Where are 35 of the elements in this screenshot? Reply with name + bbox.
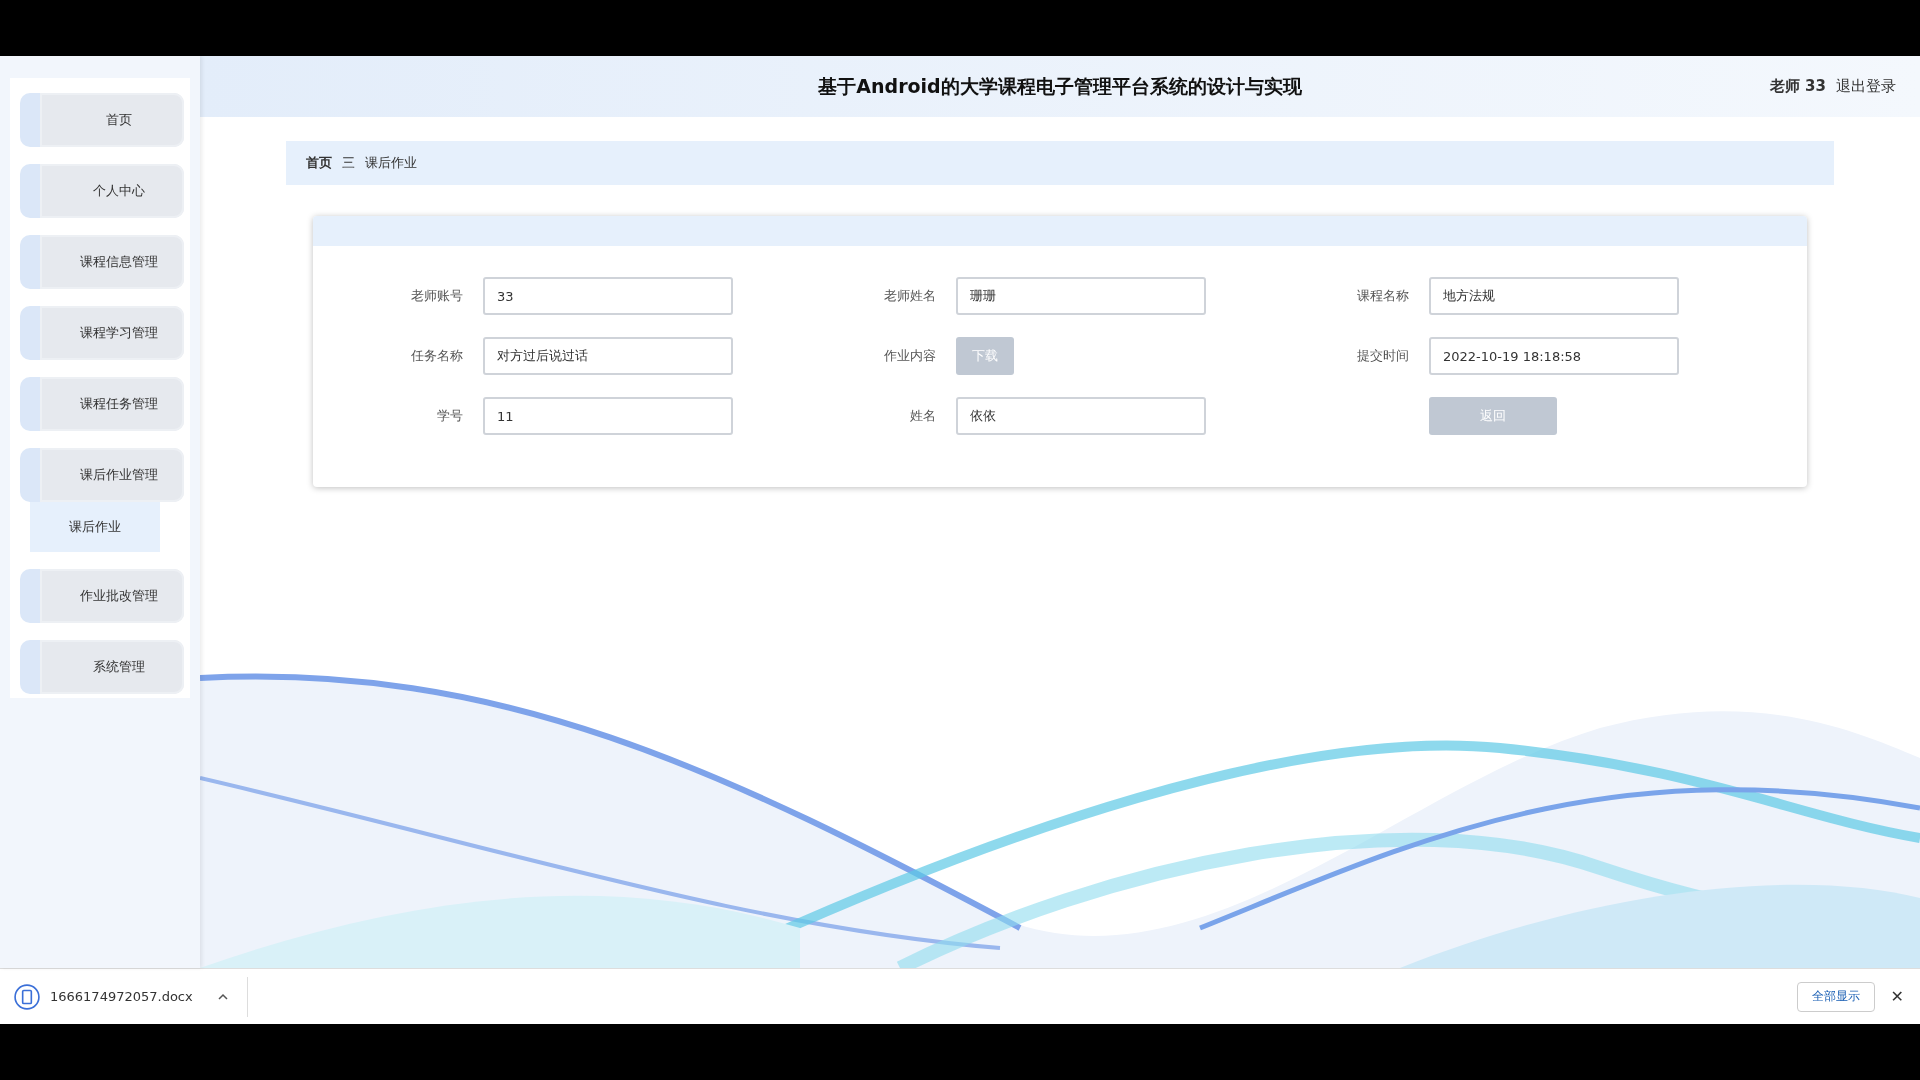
field-label: 姓名: [909, 407, 936, 425]
breadcrumb-separator: 三: [342, 154, 355, 172]
menu-item[interactable]: 课后作业管理: [20, 448, 184, 502]
input-field[interactable]: 依依: [956, 397, 1206, 435]
submenu-item[interactable]: 课后作业: [30, 502, 160, 552]
menu-item[interactable]: 个人中心: [20, 164, 184, 218]
page-title: 基于Android的大学课程电子管理平台系统的设计与实现: [818, 73, 1302, 99]
field-label: 老师账号: [410, 287, 463, 305]
show-all-button[interactable]: 全部显示: [1796, 981, 1875, 1012]
breadcrumb-current: 课后作业: [365, 154, 417, 172]
menu-item[interactable]: 课程信息管理: [20, 235, 184, 289]
field-label: 提交时间: [1356, 347, 1409, 365]
input-field[interactable]: 11: [483, 397, 733, 435]
input-field[interactable]: 对方过后说过话: [483, 337, 733, 375]
field-label: 学号: [436, 407, 463, 425]
field-label: 课程名称: [1356, 287, 1409, 305]
document-icon: [14, 983, 40, 1010]
menu-item[interactable]: 作业批改管理: [20, 569, 184, 623]
breadcrumb-home[interactable]: 首页: [306, 154, 332, 172]
input-field[interactable]: 珊珊: [956, 277, 1206, 315]
field-label: 任务名称: [410, 347, 463, 365]
menu-item[interactable]: 系统管理: [20, 640, 184, 694]
close-button[interactable]: ✕: [1884, 986, 1910, 1007]
field-label: 作业内容: [883, 347, 936, 365]
user-name: 老师 33: [1769, 77, 1826, 96]
input-field[interactable]: 2022-10-19 18:18:58: [1429, 337, 1679, 375]
input-field[interactable]: 地方法规: [1429, 277, 1679, 315]
download-item[interactable]: 1666174972057.docx: [0, 983, 247, 1010]
menu-item[interactable]: 首页: [20, 93, 184, 147]
caret-icon: [216, 992, 229, 1001]
menu-item[interactable]: 课程学习管理: [20, 306, 184, 360]
input-field[interactable]: 33: [483, 277, 733, 315]
menu-item[interactable]: 课程任务管理: [20, 377, 184, 431]
field-label: 老师姓名: [883, 287, 936, 305]
logout-link[interactable]: 退出登录: [1836, 77, 1896, 96]
